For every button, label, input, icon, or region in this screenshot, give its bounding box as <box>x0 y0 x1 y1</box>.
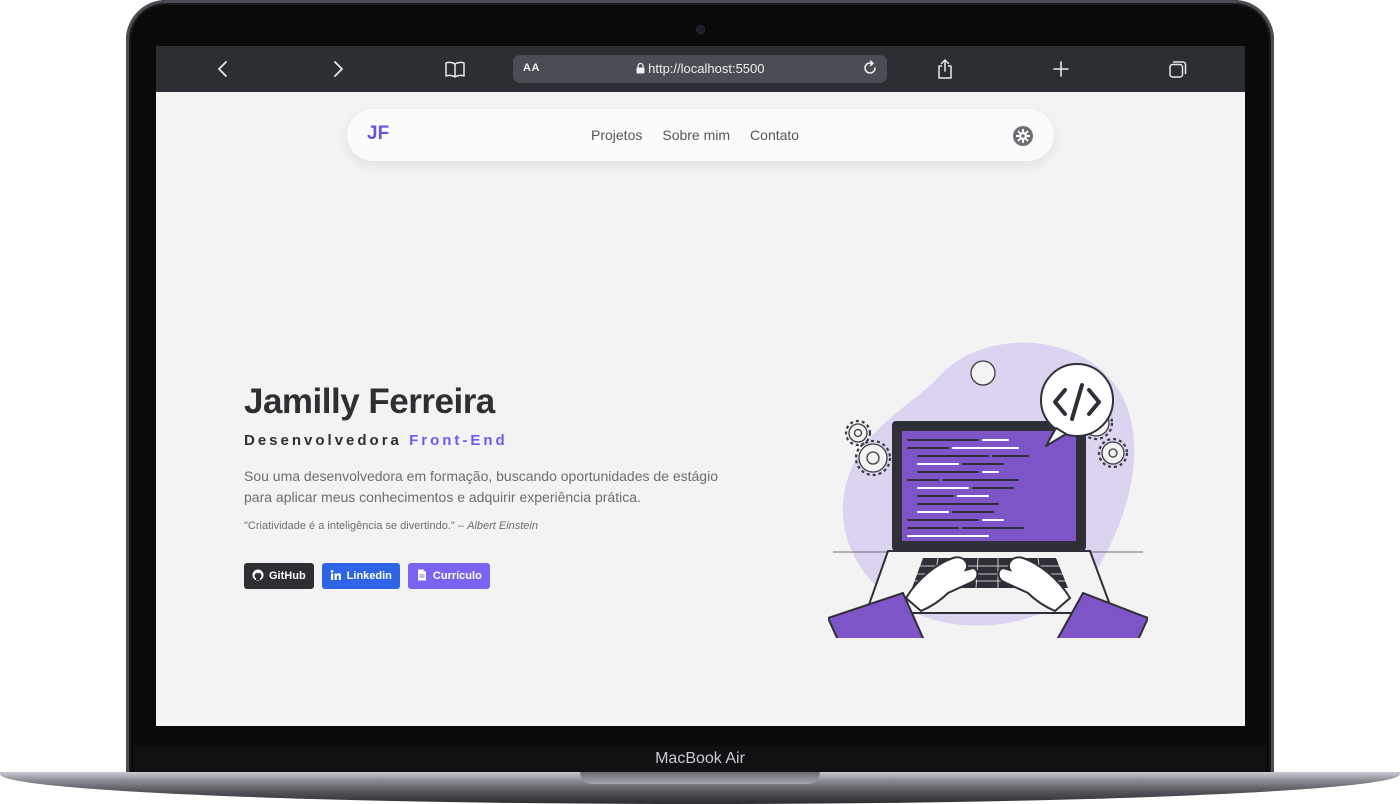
github-label: GitHub <box>269 570 306 582</box>
curriculo-label: Currículo <box>432 570 482 582</box>
hero-role: Desenvolvedora Front-End <box>244 432 508 449</box>
lock-icon <box>636 61 649 76</box>
laptop-hinge-notch <box>580 772 820 784</box>
github-icon <box>252 569 264 584</box>
camera-icon <box>697 26 704 33</box>
hero-quote: "Criatividade é a inteligência se divert… <box>244 520 538 532</box>
gear-icon[interactable] <box>1012 125 1034 147</box>
nav-link-contato[interactable]: Contato <box>750 127 799 143</box>
nav-links: Projetos Sobre mim Contato <box>591 127 799 143</box>
github-button[interactable]: GitHub <box>244 563 314 589</box>
reload-icon[interactable] <box>861 59 879 80</box>
role-prefix: Desenvolvedora <box>244 432 402 449</box>
role-accent: Front-End <box>409 432 508 449</box>
forward-icon[interactable] <box>326 57 350 81</box>
tabs-icon[interactable] <box>1166 57 1190 81</box>
quote-author: Albert Einstein <box>467 520 538 532</box>
share-icon[interactable] <box>933 57 957 81</box>
social-buttons: GitHub Linkedin Currículo <box>244 563 490 589</box>
address-bar[interactable]: AA http://localhost:5500 <box>513 55 887 83</box>
linkedin-label: Linkedin <box>346 570 392 582</box>
browser-toolbar: AA http://localhost:5500 <box>156 46 1245 92</box>
back-icon[interactable] <box>211 57 235 81</box>
bookmarks-icon[interactable] <box>443 57 467 81</box>
hero-name: Jamilly Ferreira <box>244 382 495 421</box>
curriculo-button[interactable]: Currículo <box>407 563 490 589</box>
site-navbar: JF Projetos Sobre mim Contato <box>347 109 1054 161</box>
document-icon <box>416 569 428 584</box>
quote-text: "Criatividade é a inteligência se divert… <box>244 520 464 532</box>
hero-description: Sou uma desenvolvedora em formação, busc… <box>244 468 718 505</box>
linkedin-icon <box>330 569 342 584</box>
url-text: http://localhost:5500 <box>648 61 765 76</box>
device-model-label: MacBook Air <box>655 750 745 767</box>
nav-link-projetos[interactable]: Projetos <box>591 127 642 143</box>
linkedin-button[interactable]: Linkedin <box>321 563 400 589</box>
nav-link-sobre-mim[interactable]: Sobre mim <box>662 127 730 143</box>
browser-window: AA http://localhost:5500 JF Projetos Sob… <box>156 46 1245 726</box>
site-logo[interactable]: JF <box>367 123 389 145</box>
developer-laptop-illustration <box>826 318 1150 675</box>
new-tab-icon[interactable] <box>1049 57 1073 81</box>
